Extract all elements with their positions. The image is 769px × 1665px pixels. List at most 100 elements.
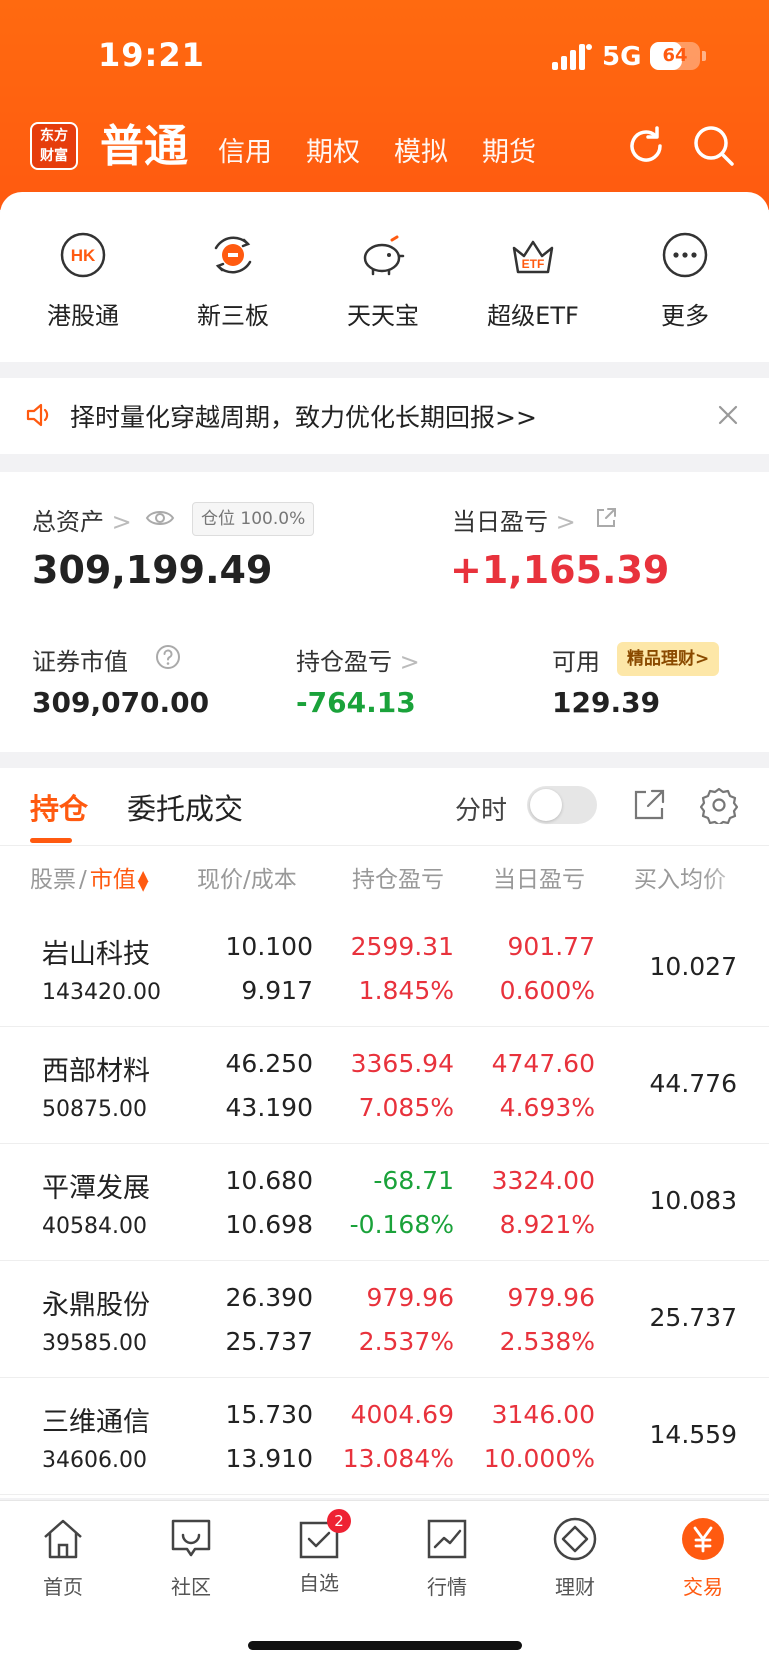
daily-pl-percent: 10.000% (483, 1444, 595, 1473)
bottom-nav: 首页 社区 2 自选 行情 理财 交易 (0, 1500, 769, 1665)
wealth-badge[interactable]: 精品理财> (617, 642, 720, 676)
nav-home[interactable]: 首页 (8, 1515, 118, 1600)
network-type: 5G (602, 42, 642, 72)
battery-cap (702, 51, 706, 61)
shortcut-label: 天天宝 (347, 302, 419, 330)
sort-icon: ▲ ▼ (137, 867, 149, 894)
column-fade (700, 856, 769, 896)
daily-pl-amount: 901.77 (507, 932, 595, 961)
holding-pl-percent: 7.085% (358, 1093, 454, 1122)
share-icon[interactable] (594, 506, 618, 530)
cost-price: 10.698 (225, 1210, 313, 1239)
stock-name: 平潭发展 (42, 1173, 150, 1204)
avg-buy-price: 10.083 (649, 1186, 737, 1215)
table-row[interactable]: 岩山科技 143420.00 10.100 9.917 2599.31 1.845% 901… (0, 910, 769, 1027)
market-chart-icon (427, 1519, 467, 1559)
holding-pl-percent: 2.537% (358, 1327, 454, 1356)
notice-banner[interactable]: 择时量化穿越周期，致力优化长期回报>> (0, 378, 769, 454)
nav-wealth[interactable]: 理财 (520, 1515, 630, 1600)
holding-pl-percent: 1.845% (358, 976, 454, 1005)
table-row[interactable]: 三维通信 34606.00 15.730 13.910 4004.69 13.084% 31… (0, 1378, 769, 1495)
holding-pl-percent: -0.168% (349, 1210, 454, 1239)
holding-pl-percent: 13.084% (342, 1444, 454, 1473)
search-icon[interactable] (692, 124, 736, 168)
refresh-icon[interactable] (624, 124, 668, 168)
daily-pl-amount: 979.96 (507, 1283, 595, 1312)
holding-pl-label[interactable]: 持仓盈亏 > (296, 642, 420, 677)
market-value: 309,070.00 (32, 686, 210, 719)
cost-price: 9.917 (241, 976, 313, 1005)
home-indicator (248, 1641, 522, 1650)
avg-buy-price: 14.559 (649, 1420, 737, 1449)
app-logo[interactable]: 东方财富 (30, 122, 78, 170)
community-icon (171, 1519, 211, 1557)
market-value-label: 证券市值 (32, 648, 128, 676)
current-price: 10.680 (225, 1166, 313, 1195)
settings-gear-icon[interactable] (700, 786, 738, 824)
shortcut-tiantianbao[interactable]: 天天宝 (318, 230, 448, 331)
nav-market[interactable]: 行情 (392, 1515, 502, 1600)
nav-watchlist[interactable]: 2 自选 (264, 1509, 374, 1596)
shortcut-more[interactable]: 更多 (620, 230, 750, 331)
active-tab-indicator (30, 838, 72, 843)
table-row[interactable]: 平潭发展 40584.00 10.680 10.698 -68.71 -0.168% 332… (0, 1144, 769, 1261)
nav-trade[interactable]: 交易 (648, 1515, 758, 1600)
svg-text:HK: HK (71, 246, 96, 265)
tab-holdings[interactable]: 持仓 (30, 786, 88, 828)
nav-label: 交易 (683, 1575, 723, 1599)
close-icon[interactable] (717, 404, 739, 426)
nav-label: 首页 (43, 1575, 83, 1599)
home-icon (44, 1519, 82, 1559)
holding-pl-amount: 4004.69 (350, 1400, 454, 1429)
account-tabs: 普通 信用 期权 模拟 期货 (100, 115, 570, 175)
shortcut-label: 港股通 (47, 302, 119, 330)
shortcut-new-board[interactable]: 新三板 (168, 230, 298, 331)
total-assets-value: 309,199.49 (32, 548, 273, 592)
share-export-icon[interactable] (632, 788, 666, 822)
column-price-cost: 现价/成本 (197, 867, 297, 893)
daily-pl-value: +1,165.39 (450, 548, 670, 592)
nav-community[interactable]: 社区 (136, 1515, 246, 1600)
daily-pl-label[interactable]: 当日盈亏 > (452, 502, 576, 537)
shortcut-label: 新三板 (197, 302, 269, 330)
shortcut-label: 超级ETF (487, 302, 579, 330)
daily-pl-percent: 2.538% (499, 1327, 595, 1356)
toggle-knob (530, 789, 562, 821)
svg-text:ETF: ETF (522, 257, 545, 271)
timeshare-toggle[interactable] (527, 786, 597, 824)
total-assets-label[interactable]: 总资产 > (32, 502, 132, 537)
shortcut-super-etf[interactable]: ETF 超级ETF (468, 230, 598, 331)
holding-pl-amount: 2599.31 (350, 932, 454, 961)
table-row[interactable]: 西部材料 50875.00 46.250 43.190 3365.94 7.085% 474… (0, 1027, 769, 1144)
shortcut-panel: HK 港股通 新三板 天天宝 ETF 超级ETF 更多 (0, 192, 769, 362)
tab-simulated[interactable]: 模拟 (394, 131, 448, 175)
status-time: 19:21 (98, 36, 205, 74)
stock-name: 西部材料 (42, 1056, 150, 1087)
tab-credit[interactable]: 信用 (218, 131, 272, 175)
current-price: 26.390 (225, 1283, 313, 1312)
shortcut-hk-connect[interactable]: HK 港股通 (18, 230, 148, 331)
available-label: 可用 (552, 648, 600, 676)
stock-market-value: 50875.00 (42, 1097, 147, 1122)
signal-icon (552, 44, 592, 70)
available-value: 129.39 (552, 686, 661, 719)
wealth-icon (553, 1517, 597, 1561)
holdings-panel: 持仓 委托成交 分时 股票 / 市值 ▲ ▼ 现价/成本 持仓盈亏 当日盈亏 买入均价 … (0, 768, 769, 1498)
piggy-bank-icon (363, 235, 405, 276)
watchlist-icon-wrap: 2 (295, 1509, 351, 1563)
tab-futures[interactable]: 期货 (482, 131, 536, 175)
table-row[interactable]: 永鼎股份 39585.00 26.390 25.737 979.96 2.537% 979.… (0, 1261, 769, 1378)
column-stock-mv[interactable]: 股票 / 市值 ▲ ▼ (30, 860, 149, 894)
cost-price: 25.737 (225, 1327, 313, 1356)
tab-normal[interactable]: 普通 (100, 119, 188, 175)
current-price: 10.100 (225, 932, 313, 961)
help-icon[interactable] (155, 644, 181, 670)
eye-icon[interactable] (145, 506, 175, 530)
battery-icon: 64 (650, 42, 700, 70)
shortcut-label: 更多 (661, 302, 709, 330)
holding-pl-amount: 3365.94 (350, 1049, 454, 1078)
logo-text: 东方财富 (40, 128, 68, 164)
tab-options[interactable]: 期权 (306, 131, 360, 175)
stock-market-value: 34606.00 (42, 1448, 147, 1473)
tab-orders[interactable]: 委托成交 (127, 786, 243, 828)
